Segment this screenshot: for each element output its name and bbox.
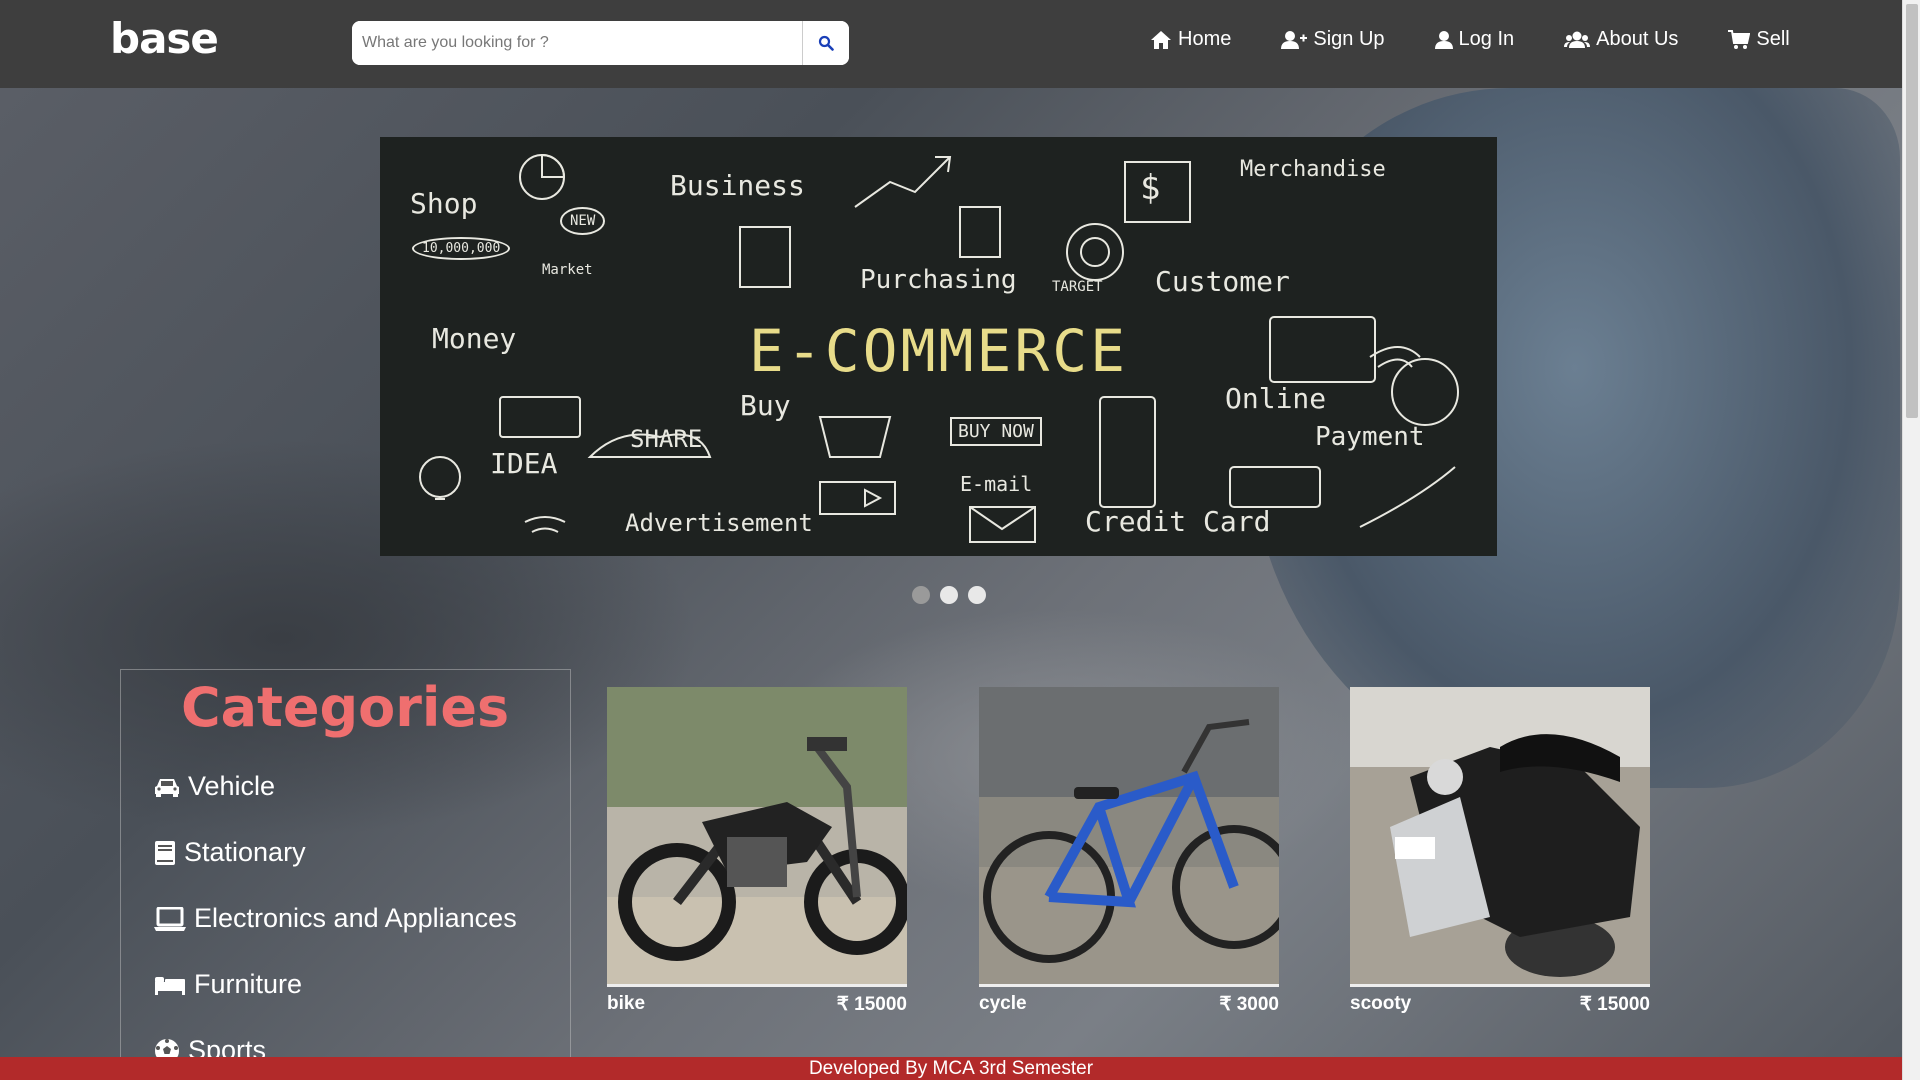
banner-heading: E-COMMERCE: [748, 317, 1129, 385]
product-meta: scooty ₹ 15000: [1350, 993, 1650, 1016]
book-icon: [155, 840, 175, 865]
site-logo[interactable]: base: [110, 14, 219, 63]
carousel-dot-3[interactable]: [968, 586, 986, 604]
category-label: Electronics and Appliances: [194, 903, 517, 933]
bed-icon: [155, 976, 185, 995]
product-card[interactable]: cycle ₹ 3000: [979, 687, 1279, 1016]
nav-sell[interactable]: Sell: [1728, 28, 1790, 51]
nav-sell-label: Sell: [1756, 28, 1790, 50]
product-image-scooty[interactable]: [1350, 687, 1650, 987]
product-card[interactable]: bike ₹ 15000: [607, 687, 907, 1016]
user-plus-icon: [1281, 30, 1308, 49]
shopping-cart-icon: [1728, 29, 1751, 49]
scrollbar-thumb[interactable]: [1906, 4, 1918, 418]
category-label: Furniture: [194, 969, 303, 999]
car-icon: [155, 778, 179, 797]
category-furniture[interactable]: Furniture: [154, 969, 302, 1000]
product-image-cycle[interactable]: [979, 687, 1279, 987]
nav-login-label: Log In: [1458, 28, 1515, 50]
top-navbar: base Home Sign Up: [0, 0, 1902, 88]
product-name: cycle: [979, 993, 1027, 1014]
product-card[interactable]: scooty ₹ 15000: [1350, 687, 1650, 1016]
users-icon: [1564, 31, 1591, 48]
search-icon: [818, 35, 834, 51]
product-meta: cycle ₹ 3000: [979, 993, 1279, 1016]
svg-text:$: $: [1140, 168, 1160, 208]
nav-home-label: Home: [1178, 28, 1232, 50]
product-name: bike: [607, 993, 646, 1014]
nav-home[interactable]: Home: [1150, 28, 1231, 51]
product-name: scooty: [1350, 993, 1412, 1014]
product-meta: bike ₹ 15000: [607, 993, 907, 1016]
product-price: ₹ 15000: [1579, 994, 1650, 1015]
categories-title: Categories: [181, 676, 510, 739]
carousel-dot-1[interactable]: [912, 586, 930, 604]
user-icon: [1434, 30, 1453, 49]
product-image-bike[interactable]: [607, 687, 907, 987]
search-button[interactable]: [802, 21, 849, 65]
hero-carousel[interactable]: Shop Business Merchandise Purchasing Cus…: [380, 137, 1497, 556]
nav-login[interactable]: Log In: [1434, 28, 1515, 51]
search-bar: [352, 21, 849, 65]
nav-about[interactable]: About Us: [1564, 28, 1678, 51]
nav-signup[interactable]: Sign Up: [1281, 28, 1385, 51]
category-label: Vehicle: [188, 771, 276, 801]
nav-signup-label: Sign Up: [1313, 28, 1385, 50]
laptop-icon: [154, 906, 186, 931]
site-footer: Developed By MCA 3rd Semester: [0, 1057, 1902, 1080]
category-label: Stationary: [184, 837, 306, 867]
page-scrollbar[interactable]: [1902, 0, 1920, 1080]
carousel-indicators: [912, 586, 986, 604]
category-stationary[interactable]: Stationary: [154, 837, 306, 868]
carousel-dot-2[interactable]: [940, 586, 958, 604]
product-price: ₹ 15000: [836, 994, 907, 1015]
home-icon: [1151, 30, 1171, 49]
category-electronics[interactable]: Electronics and Appliances: [154, 903, 517, 934]
nav-links: Home Sign Up Log In About Us Sell: [1150, 28, 1790, 51]
product-price: ₹ 3000: [1219, 994, 1279, 1015]
categories-panel: Categories Vehicle Stationary Electronic…: [120, 669, 571, 1080]
category-vehicle[interactable]: Vehicle: [154, 771, 275, 802]
nav-about-label: About Us: [1596, 28, 1679, 50]
search-input[interactable]: [352, 21, 802, 65]
